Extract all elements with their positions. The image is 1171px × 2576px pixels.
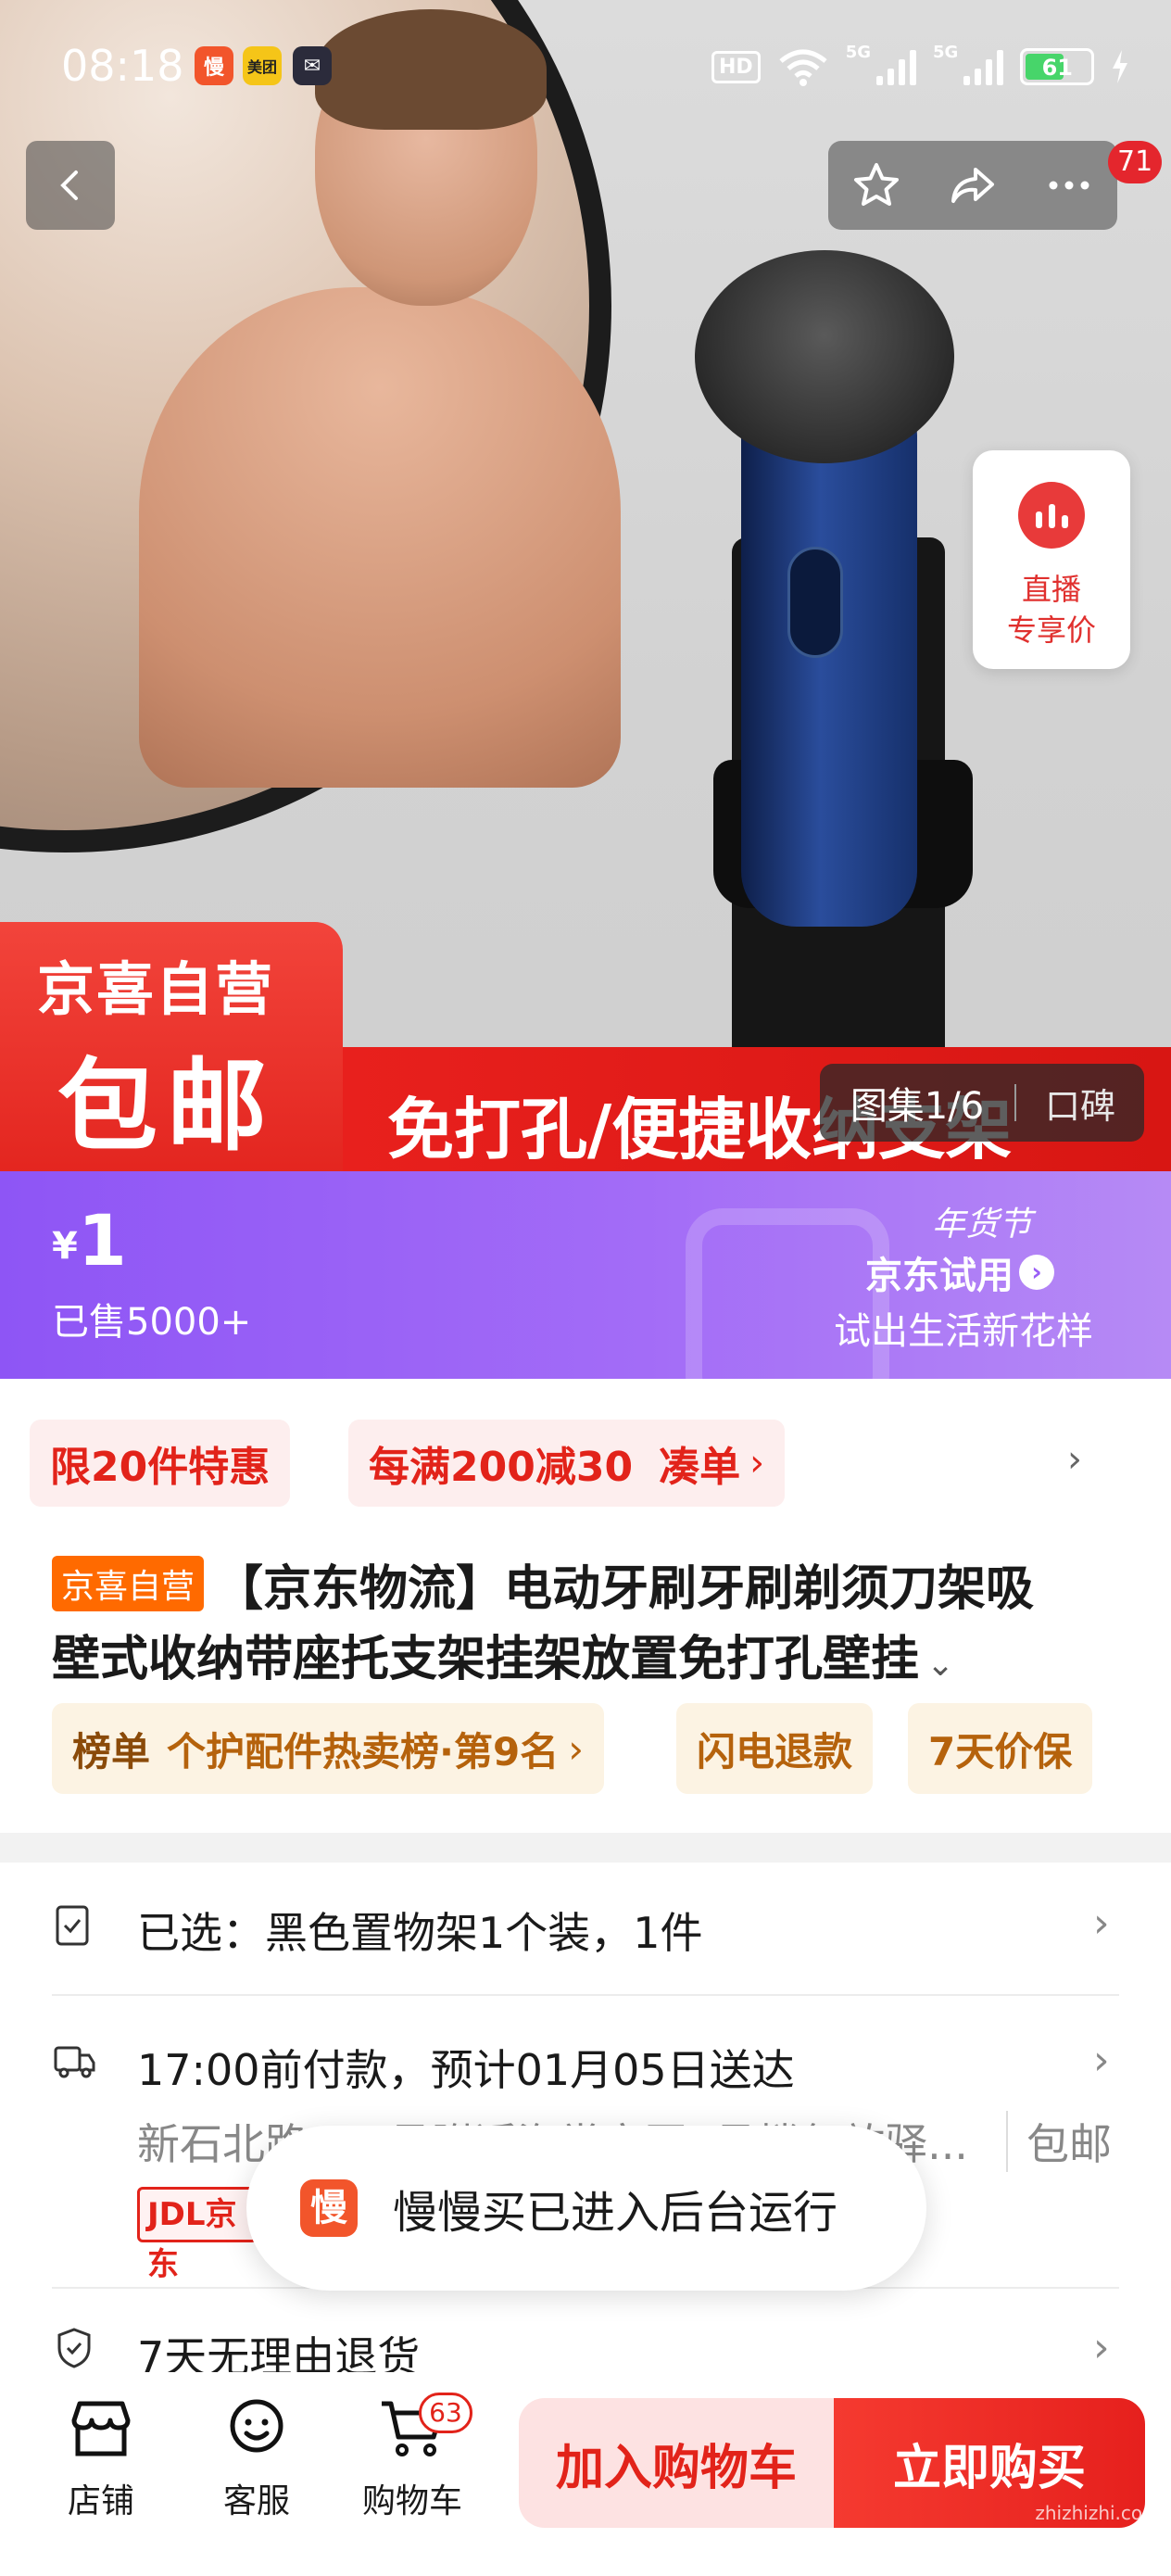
banner-brand: 京喜自营	[37, 955, 275, 1023]
checklist-icon	[52, 1903, 96, 1948]
festival-logo: 年货节	[931, 1206, 1032, 1244]
reviews-tab[interactable]: 口碑	[1016, 1078, 1144, 1129]
chevron-right-icon: ›	[568, 1725, 584, 1772]
price-band: ¥ 1 已售5000+ 年货节 京东试用 › 试出生活新花样	[0, 1171, 1171, 1379]
live-price-label: 专享价	[1006, 612, 1096, 648]
share-icon	[951, 168, 994, 203]
shop-tab[interactable]: 店铺	[41, 2393, 161, 2522]
selected-spec-row[interactable]: 已选：黑色置物架1个装，1件	[137, 1900, 703, 1961]
cart-tab-label: 购物车	[361, 2482, 462, 2520]
favorite-button[interactable]	[849, 158, 904, 213]
more-icon	[1049, 181, 1089, 190]
live-price-card[interactable]: 直播 专享价	[973, 450, 1130, 669]
ranking-label: 榜单	[72, 1728, 151, 1774]
promo-limited-chip[interactable]: 限20件特惠	[30, 1420, 291, 1507]
spec-arrow[interactable]: ›	[1093, 1900, 1110, 1947]
ranking-text: 个护配件热卖榜·第9名	[167, 1728, 560, 1774]
network-label-1: 5G	[845, 43, 871, 62]
manmanmai-icon: 慢	[300, 2179, 358, 2237]
banner-shipping: 包邮	[57, 1049, 277, 1165]
meituan-app-icon: 美团	[243, 46, 282, 85]
gallery-pill[interactable]: 图集1/6 口碑	[820, 1064, 1144, 1142]
sold-count: 已售5000+	[52, 1301, 252, 1344]
shaver-power-button	[787, 547, 843, 658]
delivery-arrow[interactable]: ›	[1093, 2037, 1110, 2084]
product-title-line2[interactable]: 壁式收纳带座托支架挂架放置免打孔壁挂 ⌄	[52, 1620, 954, 1689]
watermark-logo: zhizhizhi.com	[1035, 2502, 1161, 2524]
shield-icon	[52, 2326, 96, 2370]
promo-combine-link[interactable]: 凑单	[659, 1433, 740, 1493]
chevron-left-icon	[60, 170, 78, 200]
fast-refund-badge[interactable]: 闪电退款	[676, 1703, 874, 1794]
gallery-counter[interactable]: 图集1/6	[820, 1076, 1014, 1130]
product-title-text2: 壁式收纳带座托支架挂架放置免打孔壁挂	[52, 1632, 920, 1687]
service-tab[interactable]: 客服	[196, 2393, 317, 2522]
charging-icon	[1113, 50, 1128, 83]
more-badge: 71	[1108, 141, 1163, 183]
jingxi-shipping-banner: 京喜自营 包邮	[0, 922, 343, 1171]
store-icon	[71, 2401, 131, 2456]
price-protection-badge[interactable]: 7天价保	[908, 1703, 1093, 1794]
star-icon	[854, 163, 899, 206]
product-title-line1: 京喜自营 【京东物流】电动牙刷牙刷剃须刀架吸	[52, 1549, 1034, 1619]
background-toast: 慢 慢慢买已进入后台运行	[246, 2126, 926, 2291]
battery-icon: 61	[1020, 48, 1095, 85]
add-to-cart-button[interactable]: 加入购物车	[519, 2398, 834, 2528]
free-shipping-label: 包邮	[1006, 2111, 1112, 2172]
return-arrow[interactable]: ›	[1093, 2324, 1110, 2371]
status-indicators: HD 5G 5G 61	[711, 43, 1129, 91]
trial-slogan: 试出生活新花样	[834, 1310, 1093, 1353]
toast-message: 慢慢买已进入后台运行	[393, 2187, 838, 2239]
signal-icon-1	[876, 48, 916, 85]
manmanmai-app-icon: 慢	[195, 46, 233, 85]
signal-icon-2	[963, 48, 1004, 85]
expand-title-icon[interactable]: ⌄	[926, 1646, 954, 1684]
model-body	[139, 287, 621, 788]
cart-count-badge: 63	[419, 2393, 472, 2433]
network-label-2: 5G	[933, 43, 959, 62]
arrow-right-icon: ›	[1019, 1255, 1054, 1290]
divider	[52, 1994, 1119, 1996]
jd-trial-label[interactable]: 京东试用	[865, 1245, 1014, 1299]
share-button[interactable]	[945, 158, 1001, 213]
status-time: 08:18	[61, 41, 184, 91]
jingxi-tag: 京喜自营	[52, 1556, 205, 1611]
more-button[interactable]	[1041, 158, 1097, 213]
jdl-logistics-badge: JDL京东	[137, 2187, 258, 2283]
service-tab-label: 客服	[222, 2482, 290, 2520]
shaver-on-holder	[676, 232, 973, 1171]
promo-more-arrow[interactable]: ›	[1067, 1438, 1082, 1481]
delivery-estimate[interactable]: 17:00前付款，预计01月05日送达	[137, 2037, 795, 2098]
live-label: 直播	[1021, 572, 1081, 607]
top-actions	[828, 141, 1117, 230]
shaver-head	[695, 250, 954, 463]
back-button[interactable]	[26, 141, 115, 230]
status-bar: 08:18 慢 美团 ✉ HD 5G 5G 61	[0, 0, 1171, 130]
truck-icon	[52, 2039, 96, 2083]
chevron-right-icon: ›	[749, 1442, 765, 1484]
product-title-text1: 【京东物流】电动牙刷牙刷剃须刀架吸	[215, 1561, 1035, 1617]
live-icon	[1018, 482, 1085, 549]
promo-discount-chip[interactable]: 每满200减30 凑单 ›	[348, 1420, 786, 1507]
jd-trial-link[interactable]: 京东试用 ›	[865, 1245, 1054, 1299]
wifi-icon	[779, 49, 827, 86]
mail-app-icon: ✉	[293, 46, 332, 85]
price-amount: 1	[78, 1199, 127, 1282]
promo-discount-text: 每满200减30	[369, 1444, 634, 1491]
customer-service-icon	[230, 2399, 283, 2453]
shop-tab-label: 店铺	[67, 2482, 134, 2520]
price-currency: ¥	[52, 1225, 78, 1268]
ranking-chip[interactable]: 榜单 个护配件热卖榜·第9名 ›	[52, 1703, 604, 1794]
battery-level: 61	[1041, 55, 1074, 81]
hd-icon: HD	[711, 50, 761, 83]
